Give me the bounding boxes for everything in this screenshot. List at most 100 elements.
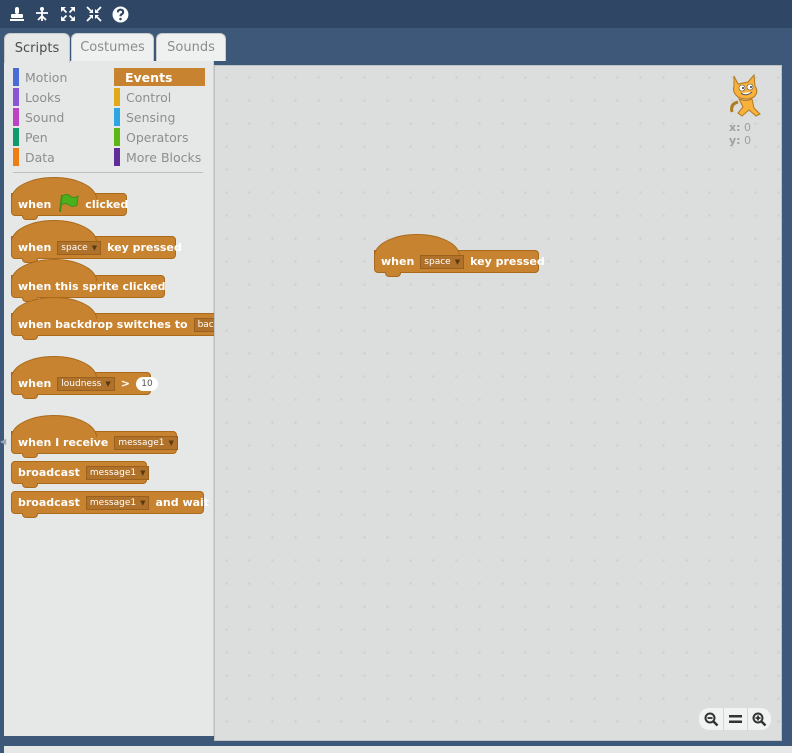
category-control[interactable]: Control bbox=[114, 88, 171, 106]
pen-swatch bbox=[13, 128, 19, 146]
backdrop-dropdown[interactable]: backdrop1 bbox=[193, 317, 214, 332]
category-sound[interactable]: Sound bbox=[13, 108, 64, 126]
help-icon[interactable] bbox=[110, 4, 130, 24]
when-sensor-greater-block[interactable]: when loudness ▼ > 10 bbox=[11, 356, 158, 399]
script-when-key-pressed-block[interactable]: when space ▼ key pressed bbox=[374, 234, 545, 277]
tab-costumes[interactable]: Costumes bbox=[71, 33, 154, 61]
category-pen[interactable]: Pen bbox=[13, 128, 48, 146]
grow-icon[interactable] bbox=[58, 4, 78, 24]
tab-sounds[interactable]: Sounds bbox=[156, 33, 226, 61]
dropdown-value: loudness bbox=[61, 378, 102, 389]
block-bump bbox=[22, 335, 38, 340]
top-toolbar bbox=[0, 0, 792, 28]
block-text: clicked bbox=[85, 198, 129, 211]
category-label: Motion bbox=[25, 69, 68, 85]
dropdown-arrow-icon: ▼ bbox=[140, 468, 146, 477]
collapse-arrow-icon[interactable]: ◀ bbox=[0, 437, 6, 447]
category-sensing[interactable]: Sensing bbox=[114, 108, 175, 126]
category-operators[interactable]: Operators bbox=[114, 128, 188, 146]
x-value: 0 bbox=[744, 121, 751, 134]
dropdown-arrow-icon: ▼ bbox=[91, 243, 98, 252]
block-text: when bbox=[18, 241, 52, 254]
y-label: y: bbox=[729, 134, 741, 147]
dropdown-arrow-icon: ▼ bbox=[140, 498, 146, 507]
zoom-controls bbox=[699, 708, 771, 730]
dropdown-value: backdrop1 bbox=[197, 319, 214, 330]
key-dropdown[interactable]: space ▼ bbox=[57, 240, 102, 255]
zoom-in-button[interactable] bbox=[747, 708, 771, 730]
block-text: key pressed bbox=[470, 255, 545, 268]
block-text: key pressed bbox=[107, 241, 182, 254]
shrink-icon[interactable] bbox=[84, 4, 104, 24]
data-swatch bbox=[13, 148, 19, 166]
message-dropdown[interactable]: message1 ▼ bbox=[85, 495, 150, 510]
category-label: More Blocks bbox=[126, 149, 202, 165]
sprite-info bbox=[726, 72, 766, 122]
message-dropdown[interactable]: message1 ▼ bbox=[85, 465, 150, 480]
sprite-y-coord: y: 0 bbox=[729, 134, 751, 147]
block-text: broadcast bbox=[18, 496, 80, 509]
hat-cap bbox=[11, 297, 97, 319]
dropdown-value: message1 bbox=[89, 497, 137, 508]
dropdown-arrow-icon: ▼ bbox=[454, 257, 461, 266]
broadcast-block[interactable]: broadcast message1 ▼ bbox=[11, 461, 150, 488]
zoom-reset-icon bbox=[729, 715, 742, 723]
sprite-x-coord: x: 0 bbox=[729, 121, 751, 134]
operator-text: > bbox=[120, 377, 130, 390]
block-bump bbox=[22, 394, 38, 399]
block-text: when this sprite clicked bbox=[18, 280, 166, 293]
palette-divider bbox=[13, 172, 203, 173]
duplicate-stamp-icon[interactable] bbox=[7, 4, 27, 24]
block-text: when backdrop switches to bbox=[18, 318, 188, 331]
dropdown-value: space bbox=[61, 242, 88, 253]
category-label: Events bbox=[125, 69, 173, 85]
green-flag-icon bbox=[57, 193, 79, 216]
scripts-area[interactable] bbox=[214, 65, 782, 741]
zoom-in-icon bbox=[752, 712, 767, 726]
motion-swatch bbox=[13, 68, 19, 86]
category-more-blocks[interactable]: More Blocks bbox=[114, 148, 201, 166]
category-looks[interactable]: Looks bbox=[13, 88, 61, 106]
sound-swatch bbox=[13, 108, 19, 126]
when-i-receive-block[interactable]: when I receive message1 ▼ bbox=[11, 415, 178, 458]
zoom-out-icon bbox=[704, 712, 718, 726]
block-text: when I receive bbox=[18, 436, 109, 449]
category-motion[interactable]: Motion bbox=[13, 68, 67, 86]
threshold-input[interactable]: 10 bbox=[135, 376, 158, 391]
category-label: Control bbox=[126, 89, 172, 105]
looks-swatch bbox=[13, 88, 19, 106]
when-flag-clicked-block[interactable]: when clicked bbox=[11, 177, 129, 220]
control-swatch bbox=[114, 88, 120, 106]
category-data[interactable]: Data bbox=[13, 148, 55, 166]
sprite-cat-icon bbox=[730, 73, 761, 117]
dropdown-value: message1 bbox=[118, 437, 165, 448]
sensor-dropdown[interactable]: loudness ▼ bbox=[57, 376, 115, 391]
dropdown-arrow-icon: ▼ bbox=[168, 438, 174, 447]
block-bump bbox=[22, 215, 38, 220]
category-events[interactable]: Events bbox=[114, 68, 205, 86]
zoom-reset-button[interactable] bbox=[723, 708, 747, 730]
more-blocks-swatch bbox=[114, 148, 120, 166]
operators-swatch bbox=[114, 128, 120, 146]
block-text: when bbox=[381, 255, 415, 268]
category-label: Operators bbox=[126, 129, 189, 145]
y-value: 0 bbox=[744, 134, 752, 147]
block-text: when bbox=[18, 198, 52, 211]
broadcast-and-wait-block[interactable]: broadcast message1 ▼ and wait bbox=[11, 491, 209, 518]
when-backdrop-switches-block[interactable]: when backdrop switches to backdrop1 bbox=[11, 297, 214, 340]
category-label: Looks bbox=[25, 89, 61, 105]
tab-scripts[interactable]: Scripts bbox=[4, 33, 70, 63]
message-dropdown[interactable]: message1 ▼ bbox=[114, 435, 178, 450]
when-key-pressed-block[interactable]: when space ▼ key pressed bbox=[11, 220, 182, 263]
dropdown-arrow-icon: ▼ bbox=[105, 379, 111, 388]
key-dropdown[interactable]: space ▼ bbox=[420, 254, 465, 269]
block-bump bbox=[385, 272, 401, 277]
category-label: Data bbox=[25, 149, 55, 165]
zoom-out-button[interactable] bbox=[699, 708, 723, 730]
x-label: x: bbox=[729, 121, 741, 134]
block-text: when bbox=[18, 377, 52, 390]
cut-scissors-icon[interactable] bbox=[32, 4, 52, 24]
dropdown-value: space bbox=[424, 256, 451, 267]
category-label: Pen bbox=[25, 129, 48, 145]
category-label: Sound bbox=[25, 109, 65, 125]
